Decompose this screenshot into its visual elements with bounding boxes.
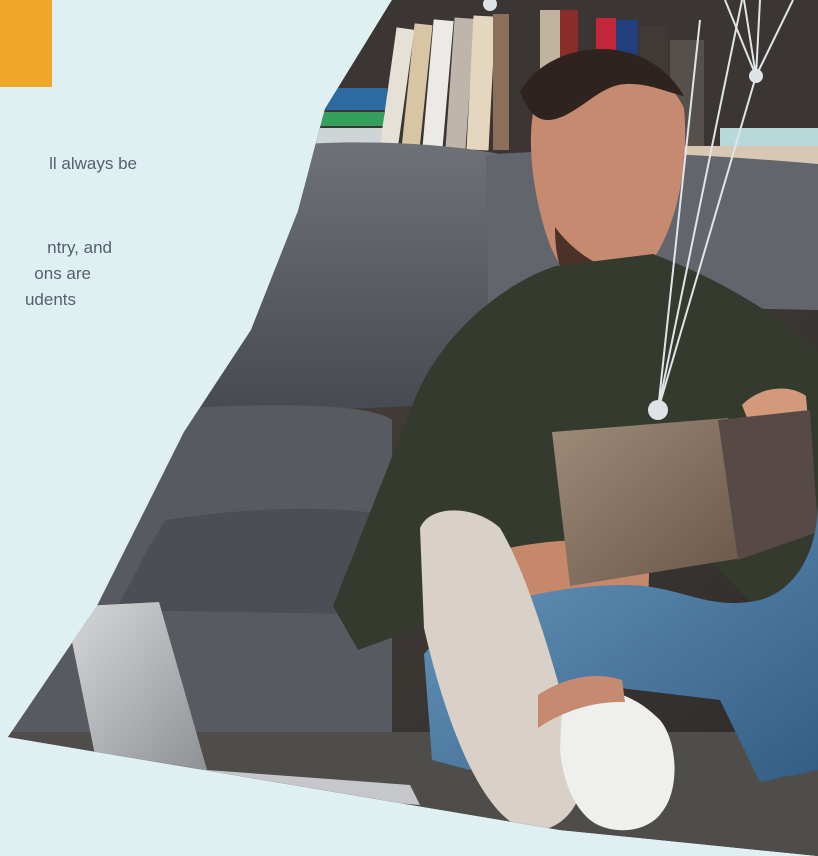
page: D ll always be ntry, and ons are udents bbox=[0, 0, 818, 856]
hero-photo bbox=[8, 0, 818, 856]
